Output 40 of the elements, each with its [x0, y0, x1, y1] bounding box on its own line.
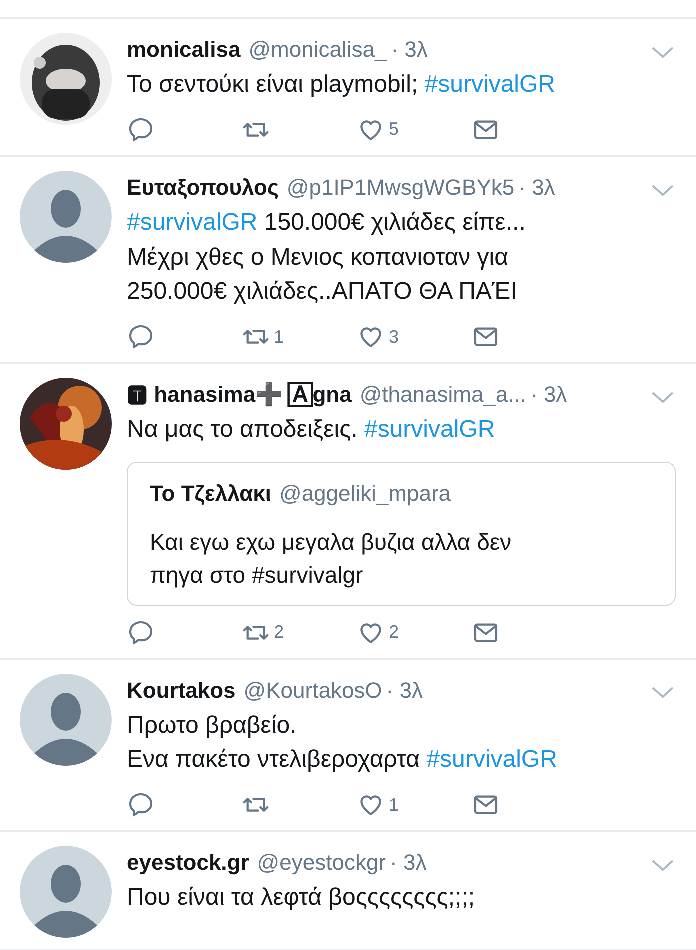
avatar-icon — [20, 674, 112, 766]
avatar-icon — [20, 846, 112, 938]
user-handle: @p1IP1MwsgWGBYk5 — [286, 174, 515, 202]
user-handle: @aggeliki_mpara — [279, 480, 452, 508]
timestamp: · 3λ — [530, 381, 568, 410]
tweet-text: Το σεντούκι είναι playmobil; #survivalGR — [127, 70, 556, 100]
user-name: Ευταξοπουλος — [127, 174, 279, 202]
timestamp: · 3λ — [518, 174, 556, 202]
avatar-icon — [20, 170, 112, 263]
count: 2 — [389, 621, 400, 644]
tweet-text: Πρωτο βραβείο. Ενα πακέτο ντελιβεροχαρτα #survivalGR — [127, 710, 558, 776]
hashtag-link[interactable]: #survivalGR — [426, 746, 558, 774]
count: 2 — [274, 621, 284, 644]
hashtag-link[interactable]: #survivalGR — [364, 416, 496, 444]
hashtag-link[interactable]: #survivalGR — [127, 208, 258, 236]
reply-icon[interactable] — [127, 791, 155, 820]
tweet-text: Να μας το αποδειξεις. #survivalGR — [127, 415, 496, 446]
user-handle: @KourtakosO — [244, 676, 382, 705]
reply-icon[interactable] — [127, 323, 155, 352]
user-name: 🆃 hanasima➕ 🄰gna — [127, 381, 352, 410]
reply-icon[interactable] — [127, 618, 155, 647]
count: 3 — [389, 326, 400, 349]
user-handle: @thanasima_a... — [360, 381, 526, 410]
user-name: Το Τζελλακι — [150, 480, 272, 508]
count: 5 — [389, 118, 400, 142]
user-handle: @monicalisa_ — [248, 36, 388, 64]
timestamp: · 3λ — [386, 676, 423, 705]
user-name: monicalisa — [127, 36, 241, 64]
reply-icon[interactable] — [127, 116, 155, 144]
tweet-text: Που είναι τα λεφτά βοςςςςςςςς;;;; — [127, 883, 476, 914]
count: 1 — [274, 326, 284, 349]
count: 1 — [389, 794, 400, 817]
timestamp: · 3λ — [391, 36, 428, 64]
user-name: eyestock.gr — [127, 849, 250, 878]
timestamp: · 3λ — [390, 849, 427, 878]
tweet-text: #survivalGR 150.000€ χιλιάδες είπε... Μέχρι χθες ο Μενιος κοπανιοταν για 250.000€ χιλιάδες..ΑΠΑΤΟ ΘΑ ΠΑΈΙ — [127, 208, 527, 308]
tweet-text: Και εγω εχω μεγαλα βυζια αλλα δεν πηγα στο #survivalgr — [150, 528, 513, 590]
user-handle: @eyestockgr — [257, 849, 386, 878]
hashtag-link[interactable]: #survivalGR — [424, 71, 556, 98]
user-name: Kourtakos — [127, 676, 236, 705]
